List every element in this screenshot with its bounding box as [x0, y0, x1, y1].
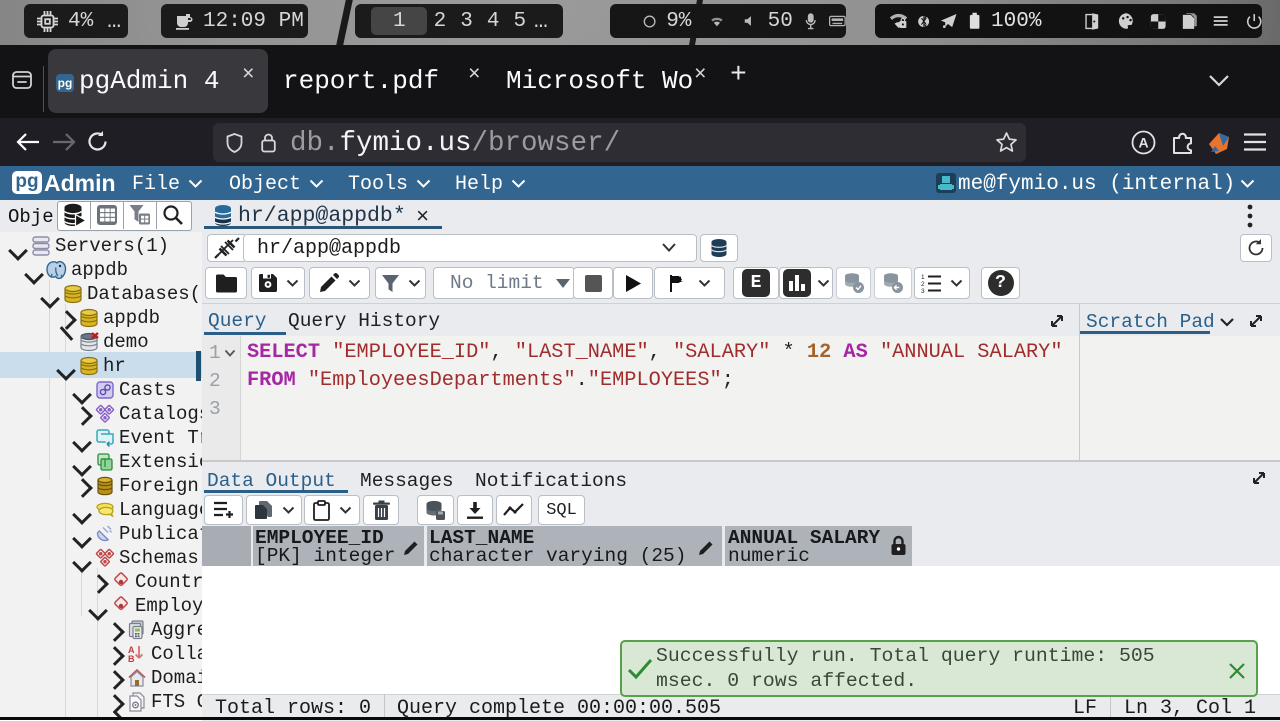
svg-text:B: B: [128, 654, 135, 664]
svg-text:3: 3: [921, 288, 925, 293]
svg-text:2: 2: [921, 281, 925, 288]
svg-text:A: A: [1138, 135, 1148, 151]
svg-text:1: 1: [921, 274, 925, 281]
svg-text:1: 1: [678, 276, 683, 285]
